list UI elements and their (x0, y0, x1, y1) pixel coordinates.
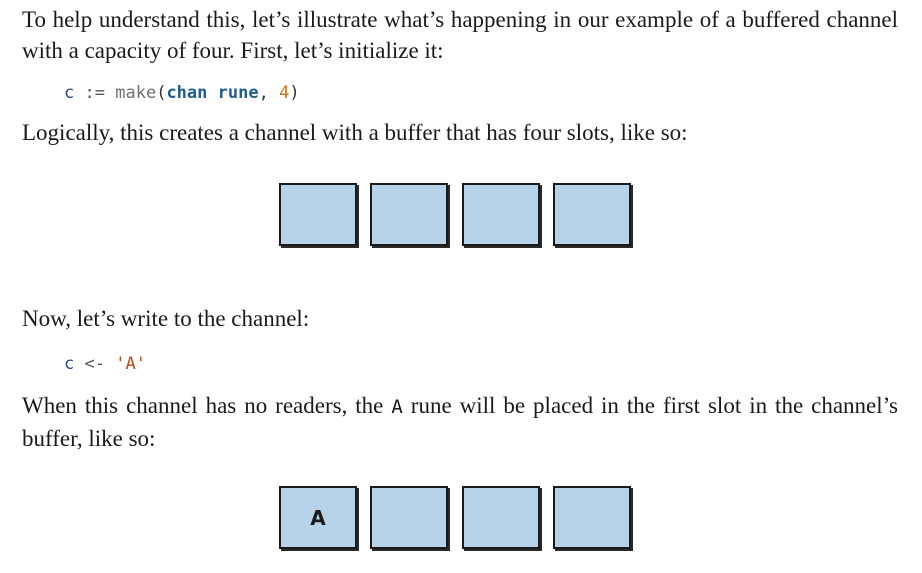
inline-code-rune: A (391, 396, 403, 418)
buffer-slot-4 (552, 183, 631, 246)
write-paragraph: Now, let’s write to the channel: (22, 306, 310, 331)
code-var: c (64, 83, 75, 103)
placement-paragraph: When this channel has no readers, the A … (22, 390, 898, 454)
code-rune-literal: 'A' (115, 354, 146, 374)
buffer-description-paragraph: Logically, this creates a channel with a… (22, 120, 688, 145)
code-keyword-chan: chan (166, 83, 208, 103)
placement-text-before: When this channel has no readers, the (22, 393, 392, 418)
buffer-slot-4 (552, 486, 631, 549)
code-send-op: <- (84, 354, 105, 374)
buffer-slot-1 (279, 183, 357, 246)
filled-buffer-diagram: A (279, 486, 631, 552)
buffer-slot-2 (370, 183, 449, 246)
code-assign-op: := (84, 83, 105, 103)
code-block-make-channel: c := make(chan rune, 4) (64, 82, 300, 104)
code-block-send: c <- 'A' (64, 353, 146, 375)
code-comma: , (258, 83, 269, 103)
code-capacity-number: 4 (279, 83, 290, 103)
empty-buffer-diagram (279, 183, 631, 249)
code-keyword-rune: rune (217, 83, 259, 103)
code-close-paren: ) (289, 83, 300, 103)
intro-paragraph: To help understand this, let’s illustrat… (22, 7, 898, 63)
code-open-paren: ( (156, 83, 167, 103)
buffer-slot-3 (461, 486, 540, 549)
code-make-func: make (115, 83, 157, 103)
buffer-slot-2 (370, 486, 449, 549)
buffer-slot-3 (461, 183, 540, 246)
code-var: c (64, 354, 75, 374)
buffer-slot-1: A (279, 486, 357, 549)
